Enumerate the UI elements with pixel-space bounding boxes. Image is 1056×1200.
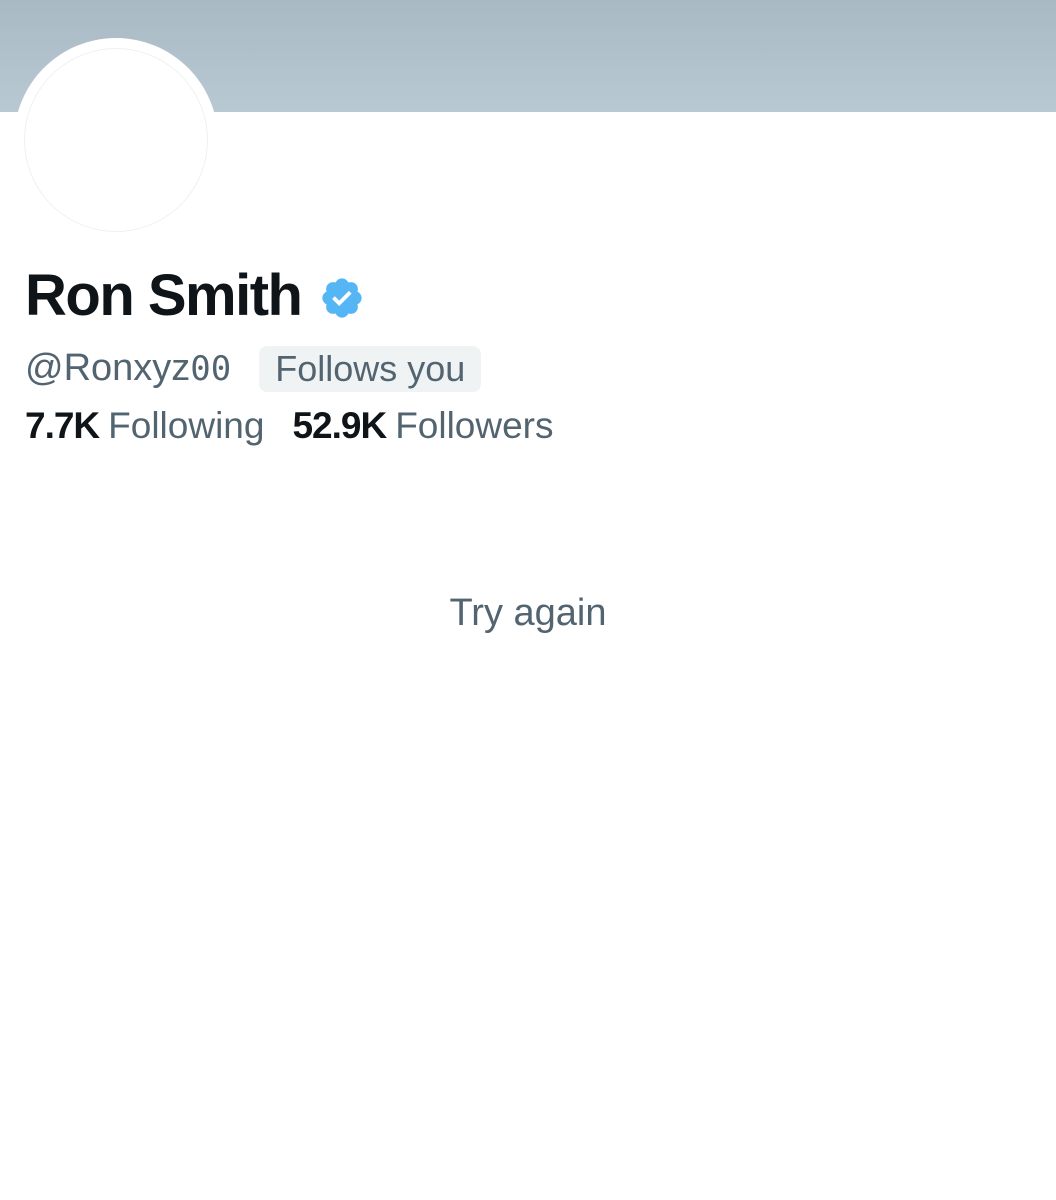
handle-suffix: 00 [190,349,232,389]
user-handle: @Ronxyz00 [25,344,231,393]
followers-label: Followers [395,405,554,446]
verified-badge-icon[interactable] [319,275,365,321]
handle-prefix: @Ronxyz [25,347,191,389]
following-count: 7.7K [25,405,100,446]
following-label: Following [108,405,265,446]
profile-name-row: Ron Smith [25,262,365,330]
profile-avatar[interactable] [14,38,218,242]
following-link[interactable]: 7.7K Following [25,402,264,450]
followers-count: 52.9K [292,405,387,446]
profile-handle-row: @Ronxyz00 Follows you [25,344,482,393]
follows-you-badge: Follows you [259,345,482,392]
avatar-image [24,48,208,232]
profile-stats: 7.7K Following 52.9K Followers [25,402,554,450]
display-name: Ron Smith [25,263,303,328]
followers-link[interactable]: 52.9K Followers [292,402,553,450]
try-again-button[interactable]: Try again [0,588,1056,638]
